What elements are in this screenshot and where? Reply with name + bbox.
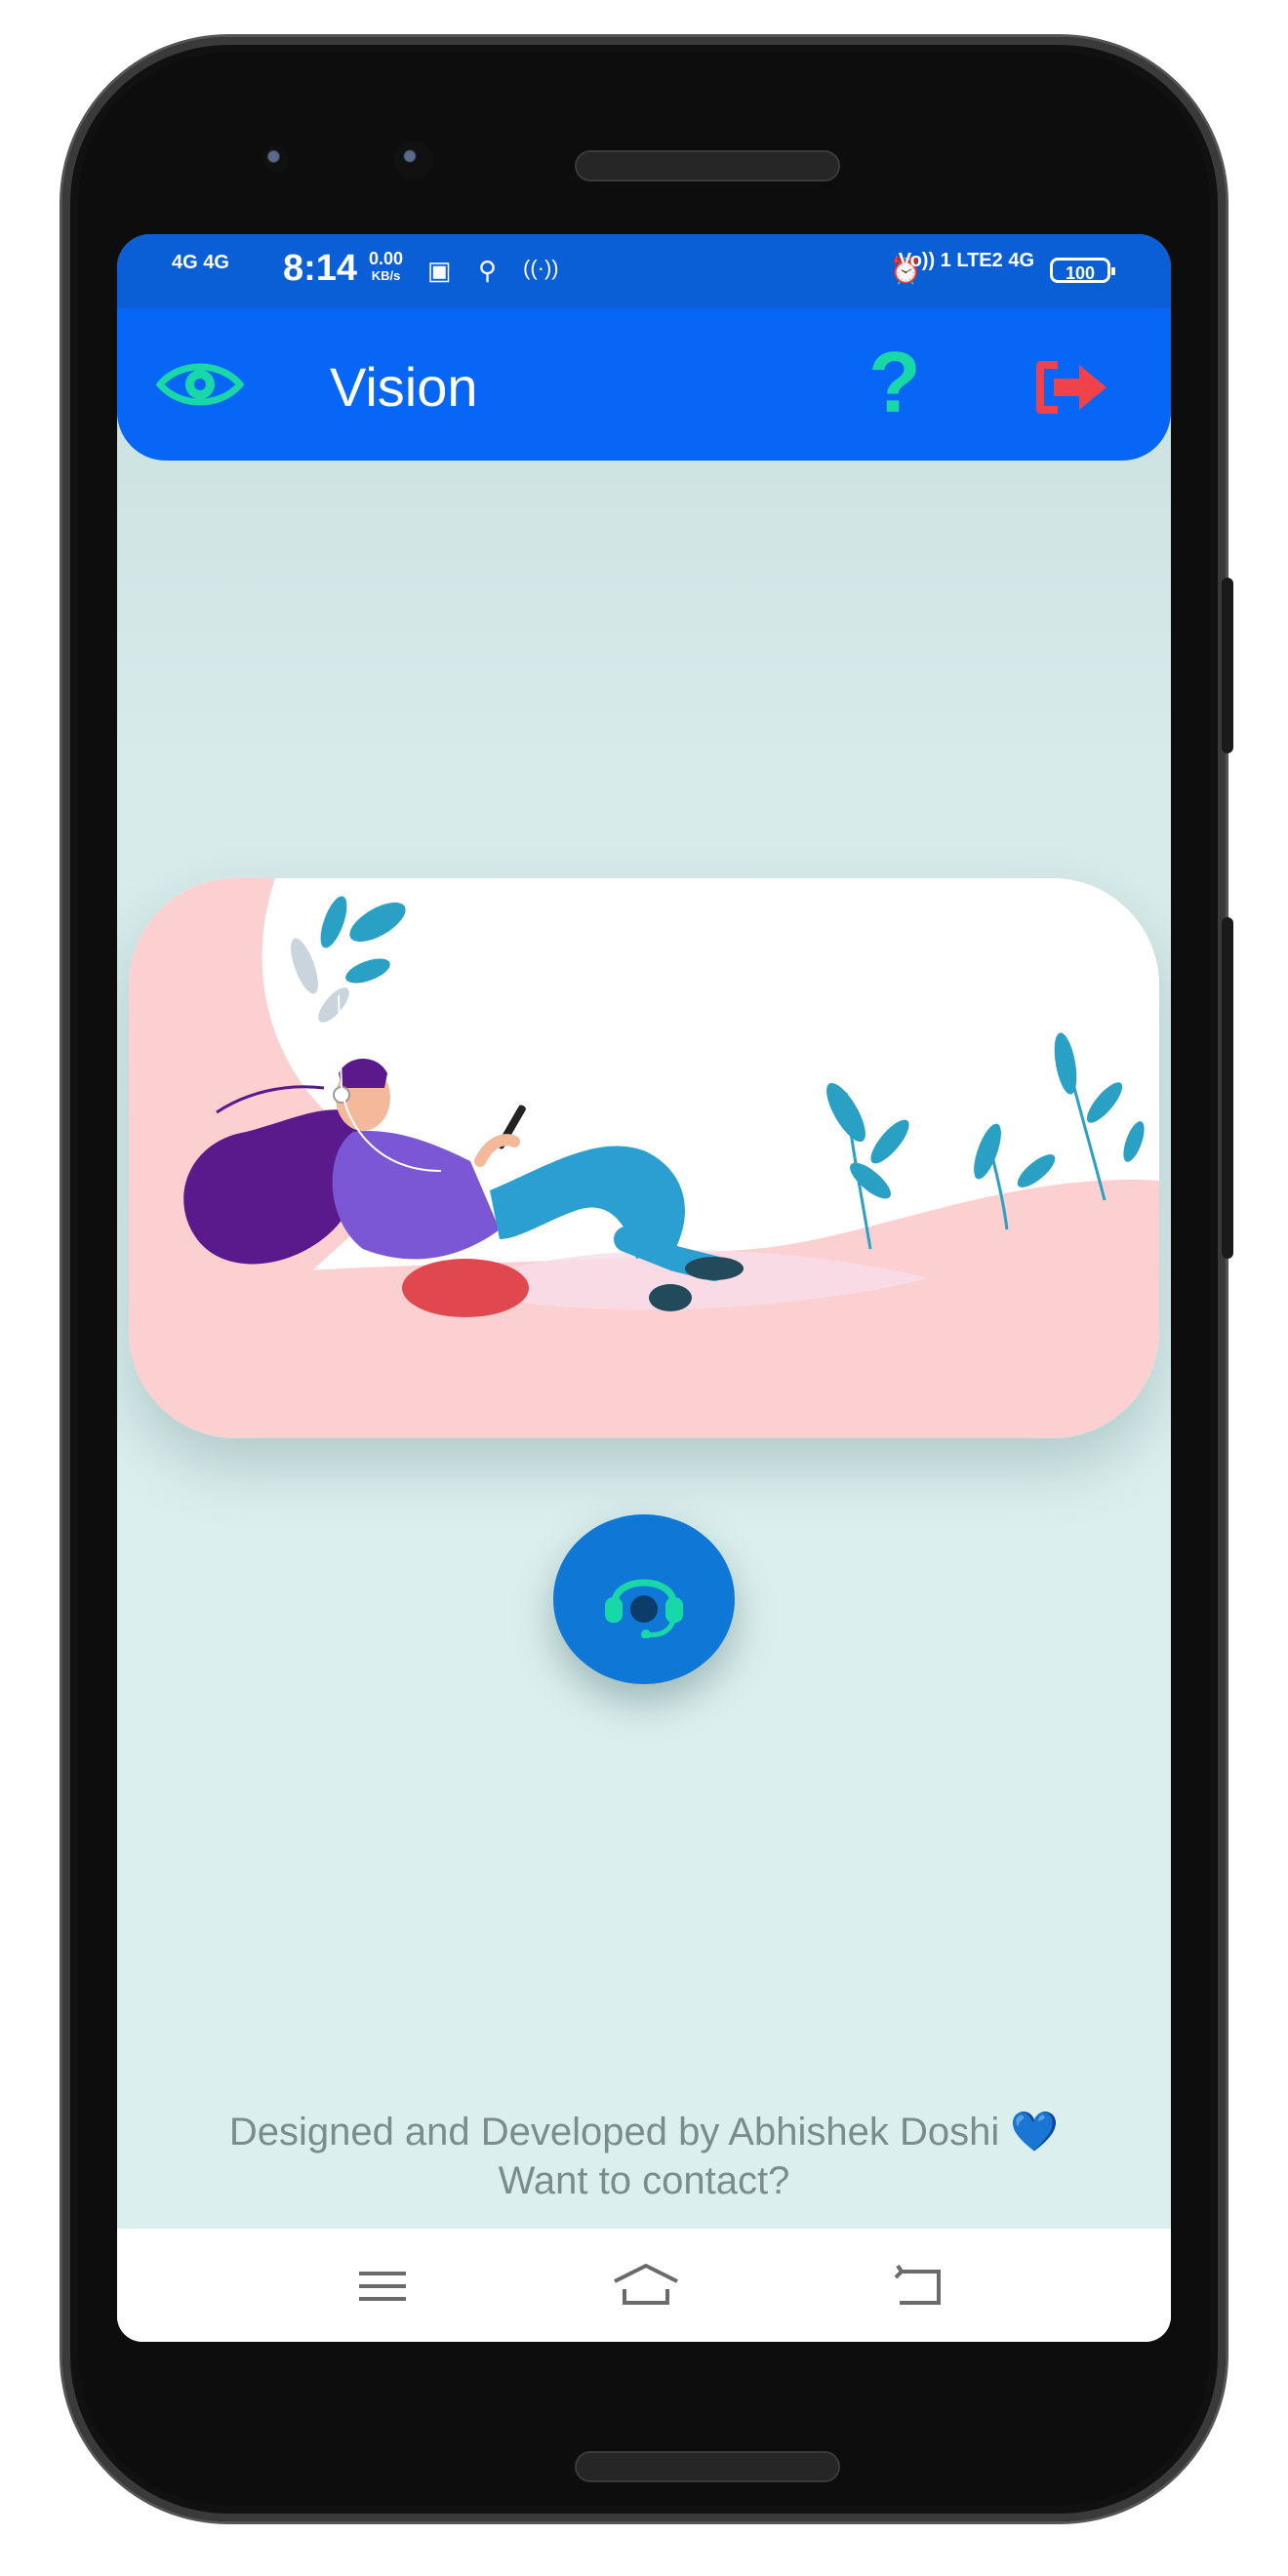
usb-debug-icon: ▣ (427, 256, 452, 285)
screen: 4G 4G 8:14 0.00 KB/s ▣ ⚲ ((·)) ⏰ Vo)) 1 … (117, 234, 1171, 2342)
network-speed-value: 0.00 (369, 249, 404, 268)
illustration-card (129, 878, 1159, 1438)
credit-text: Designed and Developed by Abhishek Doshi (228, 2111, 1000, 2153)
bottom-speaker (575, 2451, 840, 2482)
credit-line: Designed and Developed by Abhishek Doshi… (117, 2108, 1171, 2156)
headset-support-icon (605, 1579, 683, 1638)
contact-support-button[interactable] (553, 1514, 735, 1684)
signal-indicator: 4G 4G (172, 252, 229, 273)
back-icon[interactable] (888, 2262, 946, 2311)
app-bar: Vision ? (117, 308, 1171, 461)
question-icon[interactable]: ? (868, 340, 921, 425)
clock: 8:14 (283, 248, 358, 289)
power-button (1222, 917, 1233, 1259)
navigation-bar (117, 2229, 1171, 2342)
menu-icon[interactable] (353, 2262, 412, 2311)
front-sensor (263, 146, 289, 172)
earpiece-speaker (575, 150, 840, 181)
home-icon[interactable] (611, 2262, 681, 2311)
eye-icon[interactable] (156, 359, 244, 410)
network-right: Vo)) 1 LTE2 4G (898, 250, 1034, 271)
woman-lying-with-phone-illustration (129, 878, 1159, 1438)
network-speed: 0.00 KB/s (369, 250, 403, 285)
hotspot-icon: ((·)) (523, 256, 559, 280)
status-bar: 4G 4G 8:14 0.00 KB/s ▣ ⚲ ((·)) ⏰ Vo)) 1 … (117, 234, 1171, 308)
footer: Designed and Developed by Abhishek Doshi… (117, 2108, 1171, 2205)
front-camera (394, 141, 433, 180)
volume-button (1222, 578, 1233, 753)
app-title: Vision (330, 356, 478, 418)
contact-link[interactable]: Want to contact? (117, 2156, 1171, 2205)
logout-icon[interactable] (1032, 359, 1110, 416)
battery-icon: 100 (1050, 258, 1115, 283)
usb-icon: ⚲ (478, 256, 498, 285)
network-speed-unit: KB/s (371, 268, 401, 283)
heart-icon: 💙 (1010, 2111, 1060, 2153)
